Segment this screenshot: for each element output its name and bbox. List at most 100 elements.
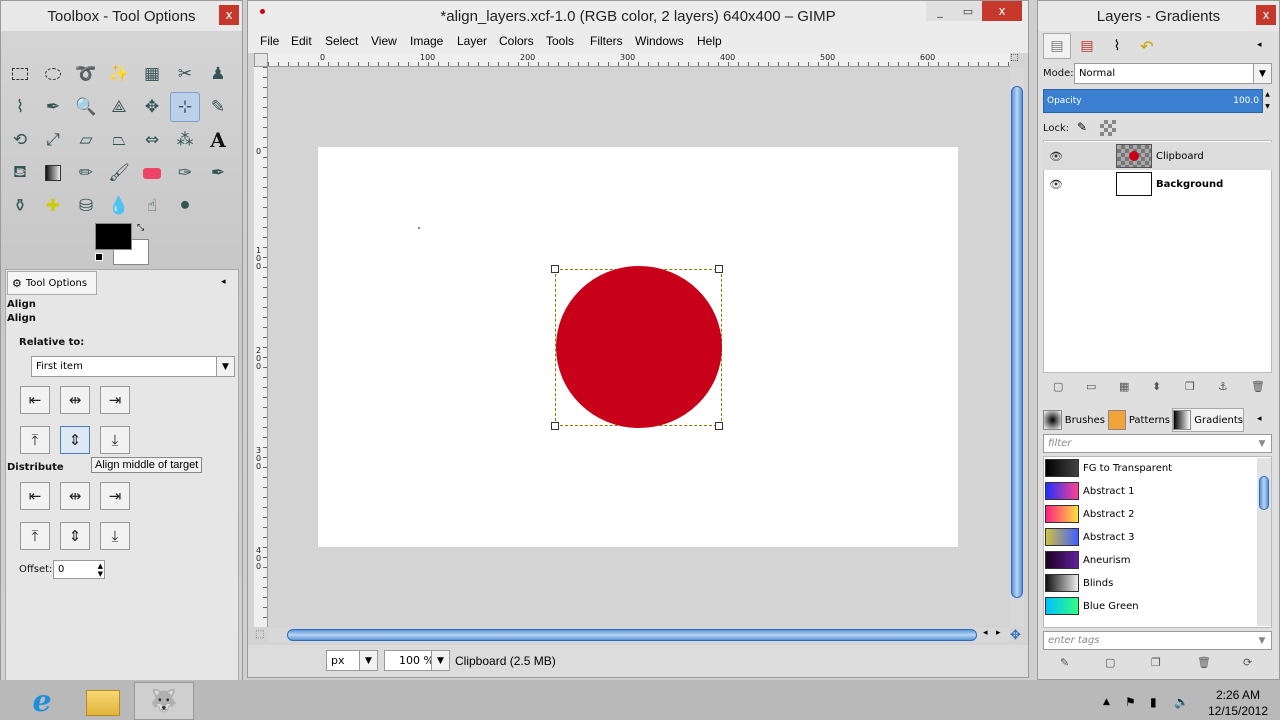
crop-tool-icon[interactable]: ✎ xyxy=(203,92,233,122)
ink-tool-icon[interactable]: ✒ xyxy=(203,158,233,188)
align-top-edge-button[interactable]: ⤒ xyxy=(20,426,50,454)
new-layer-icon[interactable]: ▢ xyxy=(1053,380,1063,393)
flip-tool-icon[interactable]: ⇔ xyxy=(137,125,167,155)
tab-menu-icon[interactable]: ◂ xyxy=(1257,40,1262,50)
tab-menu-icon[interactable]: ◂ xyxy=(221,277,226,287)
lock-alpha-icon[interactable] xyxy=(1100,120,1116,136)
foreground-select-tool-icon[interactable]: ♟ xyxy=(203,59,233,89)
relative-to-select[interactable]: First item ▼ xyxy=(31,356,235,377)
align-right-edge-button[interactable]: ⇥ xyxy=(100,386,130,414)
ruler-corner[interactable] xyxy=(254,53,268,67)
lock-pixels-icon[interactable]: ✎ xyxy=(1077,120,1087,134)
align-tool-icon[interactable]: ⊹ xyxy=(170,92,200,122)
default-colors-icon[interactable] xyxy=(95,253,103,261)
new-layer-group-icon[interactable]: ▭ xyxy=(1086,380,1096,393)
fuzzy-select-tool-icon[interactable]: ✨ xyxy=(104,59,134,89)
distribute-top-button[interactable]: ⤒ xyxy=(20,522,50,550)
tab-gradients[interactable]: Gradients xyxy=(1172,408,1244,432)
blend-tool-icon[interactable] xyxy=(38,158,68,188)
spin-icon[interactable]: ▲ ▼ xyxy=(98,562,103,578)
opacity-spin-icon[interactable]: ▲ ▼ xyxy=(1263,89,1272,113)
filter-input[interactable]: filter ▼ xyxy=(1043,434,1272,453)
clone-tool-icon[interactable]: ⚱ xyxy=(5,191,35,221)
scissors-tool-icon[interactable]: ✂ xyxy=(170,59,200,89)
delete-gradient-icon[interactable]: 🗑 xyxy=(1197,656,1211,669)
tab-patterns[interactable]: Patterns xyxy=(1108,408,1170,432)
show-hidden-icons-icon[interactable]: ▲ xyxy=(1103,697,1110,707)
heal-tool-icon[interactable]: ✚ xyxy=(38,191,68,221)
vertical-scrollbar[interactable] xyxy=(1010,68,1024,627)
mode-select[interactable]: Normal ▼ xyxy=(1074,63,1272,84)
handle-icon[interactable] xyxy=(551,265,559,273)
delete-layer-icon[interactable]: 🗑 xyxy=(1251,380,1265,393)
list-item[interactable]: Abstract 1 xyxy=(1045,480,1255,502)
paths-tab[interactable]: ⌇ xyxy=(1103,33,1131,59)
raise-layer-icon[interactable]: ▦ xyxy=(1119,380,1129,393)
menu-colors[interactable]: Colors xyxy=(499,34,534,48)
color-picker-tool-icon[interactable]: ✒ xyxy=(38,92,68,122)
distribute-middle-button[interactable]: ⇕ xyxy=(60,522,90,550)
navigate-cross-icon[interactable]: ✥ xyxy=(1010,628,1021,643)
align-bottom-edge-button[interactable]: ⤓ xyxy=(100,426,130,454)
close-button[interactable]: x xyxy=(982,1,1022,21)
free-select-tool-icon[interactable]: ➰ xyxy=(71,59,101,89)
dodge-burn-tool-icon[interactable]: ⚫ xyxy=(170,191,200,221)
menu-file[interactable]: File xyxy=(260,34,279,48)
menu-image[interactable]: Image xyxy=(410,34,443,48)
menu-select[interactable]: Select xyxy=(325,34,358,48)
list-item[interactable]: Blinds xyxy=(1045,572,1255,594)
maximize-button[interactable]: ▭ xyxy=(954,1,982,21)
distribute-left-button[interactable]: ⇤ xyxy=(20,482,50,510)
handle-icon[interactable] xyxy=(551,422,559,430)
smudge-tool-icon[interactable]: ☝ xyxy=(137,191,167,221)
new-gradient-icon[interactable]: ▢ xyxy=(1105,656,1115,669)
menu-layer[interactable]: Layer xyxy=(457,34,487,48)
close-button[interactable]: x xyxy=(219,5,239,25)
horizontal-scrollbar[interactable]: ◂ ▸ xyxy=(269,628,1009,642)
airbrush-tool-icon[interactable]: ✑ xyxy=(170,158,200,188)
tags-input[interactable]: enter tags ▼ xyxy=(1043,631,1272,650)
vertical-scroll-thumb[interactable] xyxy=(1011,86,1023,598)
bucket-fill-tool-icon[interactable]: ⛾ xyxy=(5,158,35,188)
file-explorer-icon[interactable] xyxy=(86,690,120,716)
edit-gradient-icon[interactable]: ✎ xyxy=(1060,656,1069,669)
align-left-edge-button[interactable]: ⇤ xyxy=(20,386,50,414)
undo-history-tab[interactable]: ↶ xyxy=(1133,33,1161,59)
color-select-tool-icon[interactable]: ▦ xyxy=(137,59,167,89)
internet-explorer-icon[interactable]: e xyxy=(24,684,60,719)
layer-row-clipboard[interactable]: 👁 Clipboard xyxy=(1043,142,1272,170)
scroll-right-icon[interactable]: ▸ xyxy=(996,628,1001,638)
horizontal-scroll-thumb[interactable] xyxy=(287,629,977,641)
tab-brushes[interactable]: Brushes xyxy=(1043,408,1105,432)
paintbrush-tool-icon[interactable]: 🖌 xyxy=(104,158,134,188)
handle-icon[interactable] xyxy=(715,422,723,430)
perspective-tool-icon[interactable]: ⏢ xyxy=(104,125,134,155)
pencil-tool-icon[interactable]: ✏ xyxy=(71,158,101,188)
measure-tool-icon[interactable]: ⟁ xyxy=(104,92,134,122)
list-item[interactable]: Abstract 3 xyxy=(1045,526,1255,548)
navigate-icon[interactable]: ⬚ xyxy=(1010,53,1019,63)
opacity-slider[interactable]: Opacity 100.0 xyxy=(1043,89,1263,113)
ellipse-select-tool-icon[interactable] xyxy=(38,59,68,89)
clock[interactable]: 2:26 AM 12/15/2012 xyxy=(1198,687,1278,719)
swap-colors-icon[interactable]: ⤡ xyxy=(137,223,144,233)
rect-select-tool-icon[interactable] xyxy=(5,59,35,89)
zoom-tool-icon[interactable]: 🔍 xyxy=(71,92,101,122)
action-center-icon[interactable]: ⚑ xyxy=(1125,695,1136,709)
list-item[interactable]: Blue Green xyxy=(1045,595,1255,617)
gradients-scroll-thumb[interactable] xyxy=(1259,476,1269,510)
menu-filters[interactable]: Filters xyxy=(590,34,623,48)
align-middle-button[interactable]: ⇕ xyxy=(60,426,90,454)
text-tool-icon[interactable]: A xyxy=(203,125,233,155)
handle-icon[interactable] xyxy=(715,265,723,273)
volume-icon[interactable]: 🔊 xyxy=(1174,695,1189,709)
scale-tool-icon[interactable]: ⤢ xyxy=(38,125,68,155)
blur-tool-icon[interactable]: 💧 xyxy=(104,191,134,221)
rotate-tool-icon[interactable]: ⟲ xyxy=(5,125,35,155)
visibility-eye-icon[interactable]: 👁 xyxy=(1049,150,1063,163)
minimize-button[interactable]: _ xyxy=(926,1,954,21)
perspective-clone-tool-icon[interactable]: ⛁ xyxy=(71,191,101,221)
paths-tool-icon[interactable]: ⌇ xyxy=(5,92,35,122)
menu-windows[interactable]: Windows xyxy=(635,34,684,48)
eraser-tool-icon[interactable] xyxy=(137,158,167,188)
